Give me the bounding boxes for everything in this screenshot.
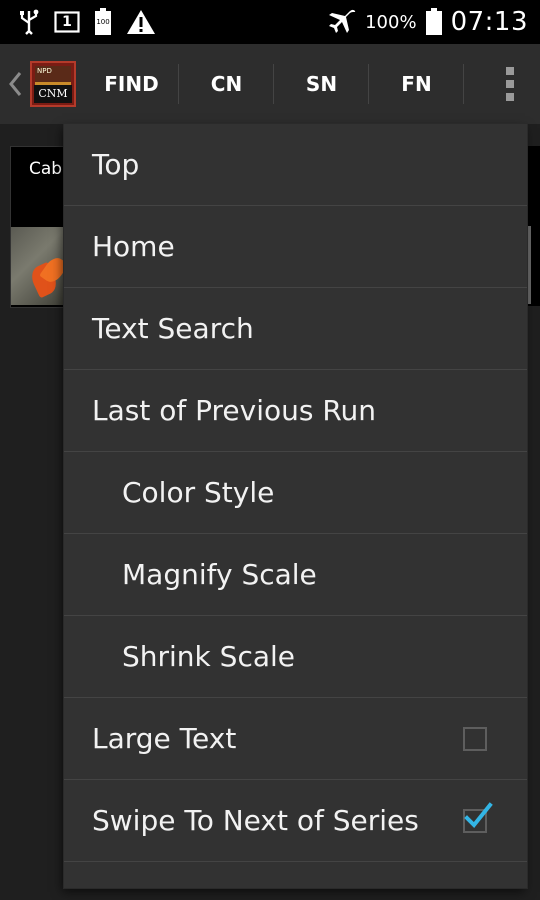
status-bar-right: 100% 07:13 <box>327 7 540 37</box>
content-card[interactable]: Cab <box>10 146 72 308</box>
check-icon <box>464 801 493 828</box>
tab-fn[interactable]: FN <box>369 44 464 124</box>
logo-top: NPD <box>35 66 71 82</box>
menu-item-top[interactable]: Top <box>64 124 527 206</box>
action-bar: NPD CNM FIND CN SN FN <box>0 44 540 124</box>
menu-item-color-style[interactable]: Color Style <box>64 452 527 534</box>
menu-item-label: Home <box>92 230 175 263</box>
status-bar: 1 100 100% 07:13 <box>0 0 540 44</box>
logo-small-text: NPD <box>37 67 52 75</box>
clock: 07:13 <box>450 7 528 37</box>
status-bar-left: 1 100 <box>0 8 156 36</box>
usb-icon <box>18 9 40 35</box>
overflow-menu-icon[interactable] <box>480 44 540 124</box>
menu-item-label: Large Text <box>92 722 237 755</box>
tab-find[interactable]: FIND <box>84 44 179 124</box>
menu-item-label: Magnify Scale <box>122 558 317 591</box>
airplane-icon <box>327 8 357 36</box>
menu-item-label: Shrink Scale <box>122 640 296 673</box>
action-tabs: FIND CN SN FN <box>84 44 480 124</box>
flower-thumbnail <box>11 227 71 305</box>
large-text-checkbox[interactable] <box>463 726 487 751</box>
warning-icon <box>126 9 156 35</box>
swipe-to-next-checkbox[interactable] <box>463 801 493 833</box>
menu-item-home[interactable]: Home <box>64 206 527 288</box>
menu-item-text-search[interactable]: Text Search <box>64 288 527 370</box>
menu-item-label: Top <box>92 148 140 181</box>
menu-item-magnify-scale[interactable]: Magnify Scale <box>64 534 527 616</box>
menu-item-shrink-scale[interactable]: Shrink Scale <box>64 616 527 698</box>
chevron-left-icon[interactable] <box>0 71 30 97</box>
card-label: Cab <box>29 159 63 179</box>
menu-item-label: Swipe To Next of Series <box>92 804 419 837</box>
battery-icon <box>425 8 443 36</box>
sim-1-icon: 1 <box>54 11 80 33</box>
tab-cn[interactable]: CN <box>179 44 274 124</box>
menu-item-label: Text Search <box>92 312 254 345</box>
menu-item-label: Last of Previous Run <box>92 394 377 427</box>
app-logo[interactable]: NPD CNM <box>30 61 76 107</box>
menu-item-label: Color Style <box>122 476 275 509</box>
sim-label: 1 <box>62 14 72 30</box>
overflow-menu: Top Home Text Search Last of Previous Ru… <box>64 124 527 888</box>
logo-text: CNM <box>34 85 72 103</box>
menu-item-last-of-previous-run[interactable]: Last of Previous Run <box>64 370 527 452</box>
battery-mini-label: 100 <box>96 18 110 26</box>
battery-100-icon: 100 <box>94 8 112 36</box>
menu-item-large-text[interactable]: Large Text <box>64 698 527 780</box>
menu-item-swipe-to-next-of-series[interactable]: Swipe To Next of Series <box>64 780 527 862</box>
tab-sn[interactable]: SN <box>274 44 369 124</box>
battery-percent: 100% <box>365 11 417 33</box>
